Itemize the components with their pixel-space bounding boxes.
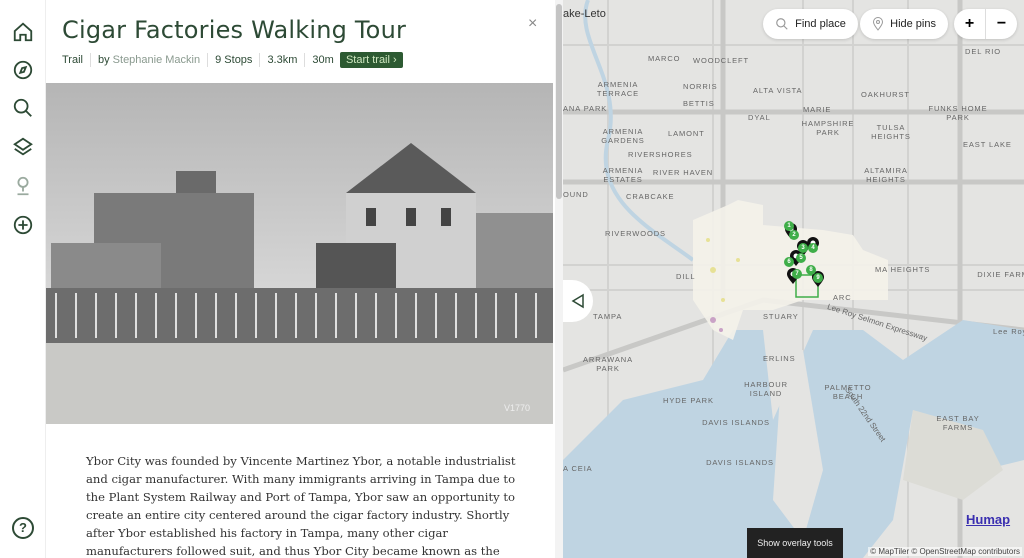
scrollbar-thumb[interactable] xyxy=(556,4,562,199)
author-link[interactable]: Stephanie Mackin xyxy=(113,54,200,66)
map-place-label: DAVIS ISLANDS xyxy=(706,458,774,467)
humap-logo[interactable]: Humap xyxy=(966,512,1010,527)
zoom-in-button[interactable]: + xyxy=(954,9,986,39)
map-place-label: ARMENIA GARDENS xyxy=(601,127,645,145)
find-place-button[interactable]: Find place xyxy=(763,9,858,39)
map-place-label: DEL RIO xyxy=(965,47,1002,56)
map-attribution[interactable]: © MapTiler © OpenStreetMap contributors xyxy=(868,547,1022,556)
photo-caption: V1770 xyxy=(504,403,530,413)
historic-photo: V1770 xyxy=(46,83,553,424)
show-overlay-tools-button[interactable]: Show overlay tools xyxy=(747,528,843,558)
map-place-label: Lee Roy xyxy=(993,327,1024,336)
trail-stop-badge[interactable]: 4 xyxy=(808,243,818,253)
map[interactable]: ake-Leto MARCO WOODCLEFT ARMENIA TERRACE NOR… xyxy=(563,0,1024,558)
map-place-label: CRABCAKE xyxy=(626,192,675,201)
trail-stop-badge[interactable]: 2 xyxy=(789,230,799,240)
help-button[interactable]: ? xyxy=(12,517,34,539)
map-place-label: A CEIA xyxy=(563,464,593,473)
trail-meta: Trail by Stephanie Mackin 9 Stops 3.3km … xyxy=(62,52,403,68)
map-place-label: TAMPA xyxy=(593,312,623,321)
map-place-label: ake-Leto xyxy=(563,8,606,20)
start-trail-button[interactable]: Start trail › xyxy=(339,52,403,68)
map-place-label: FUNKS HOME PARK xyxy=(928,104,988,122)
map-place-label: DAVIS ISLANDS xyxy=(702,418,770,427)
search-icon[interactable] xyxy=(12,97,34,119)
trail-pin-icon[interactable] xyxy=(12,175,34,197)
map-place-label: DILL xyxy=(676,272,696,281)
map-place-label: ALTA VISTA xyxy=(753,86,803,95)
distance: 3.3km xyxy=(267,54,298,66)
map-place-label: HYDE PARK xyxy=(663,396,714,405)
zoom-controls: + − xyxy=(954,9,1017,39)
close-button[interactable]: × xyxy=(528,15,537,33)
map-place-label: DYAL xyxy=(748,113,771,122)
map-place-label: ERLINS xyxy=(763,354,796,363)
map-place-label: MARIE xyxy=(803,105,832,114)
map-place-label: NORRIS xyxy=(683,82,718,91)
map-place-label: RIVERSHORES xyxy=(628,150,693,159)
map-place-label: EAST BAY FARMS xyxy=(936,414,980,432)
trail-stop-badge[interactable]: 5 xyxy=(796,253,806,263)
trail-stop-badge[interactable]: 7 xyxy=(792,269,802,279)
map-place-label: OUND xyxy=(563,190,589,199)
trail-stop-badge[interactable]: 9 xyxy=(813,273,823,283)
map-place-label: ANA PARK xyxy=(563,104,608,113)
map-place-label: HARBOUR ISLAND xyxy=(744,380,788,398)
map-place-label: HAMPSHIRE PARK xyxy=(801,119,855,137)
panel-scrollbar[interactable] xyxy=(555,0,563,558)
map-place-label: MARCO xyxy=(648,54,681,63)
search-icon xyxy=(776,18,788,30)
map-place-label: ARMENIA TERRACE xyxy=(596,80,640,98)
map-place-label: LAMONT xyxy=(668,129,705,138)
duration: 30m xyxy=(312,54,334,66)
trail-type: Trail xyxy=(62,54,83,66)
hide-pins-label: Hide pins xyxy=(890,18,936,30)
layers-icon[interactable] xyxy=(12,136,34,158)
sidebar: ? xyxy=(0,0,46,558)
find-place-label: Find place xyxy=(795,18,846,30)
map-place-label: MA HEIGHTS xyxy=(875,265,931,274)
add-icon[interactable] xyxy=(12,214,34,236)
trail-stop-badge[interactable]: 6 xyxy=(784,257,794,267)
map-place-label: ALTAMIRA HEIGHTS xyxy=(864,166,908,184)
map-place-label: DIXIE FARMS xyxy=(977,270,1024,279)
trail-description: Ybor City was founded by Vincente Martin… xyxy=(86,454,516,558)
compass-icon[interactable] xyxy=(12,59,34,81)
trail-panel: Cigar Factories Walking Tour × Trail by … xyxy=(46,0,555,558)
map-place-label: OAKHURST xyxy=(861,90,910,99)
hide-pins-button[interactable]: Hide pins xyxy=(860,9,948,39)
pin-icon xyxy=(872,17,884,31)
trail-stop-badge[interactable]: 3 xyxy=(798,243,808,253)
map-place-label: WOODCLEFT xyxy=(693,56,750,65)
map-place-label: EAST LAKE xyxy=(963,140,1012,149)
map-place-label: STUARY xyxy=(763,312,799,321)
page-title: Cigar Factories Walking Tour xyxy=(62,16,407,44)
map-place-label: RIVER HAVEN xyxy=(652,168,714,177)
map-place-label: TULSA HEIGHTS xyxy=(871,123,911,141)
stops-count: 9 Stops xyxy=(215,54,253,66)
by-label: by xyxy=(97,54,110,66)
map-place-label: ARRAWANA PARK xyxy=(583,355,633,373)
map-place-label: BETTIS xyxy=(683,99,715,108)
home-icon[interactable] xyxy=(12,21,34,43)
map-place-label: RIVERWOODS xyxy=(605,229,666,238)
map-place-label: ARC xyxy=(833,293,852,302)
zoom-out-button[interactable]: − xyxy=(986,9,1017,39)
chevron-left-icon xyxy=(571,293,584,309)
